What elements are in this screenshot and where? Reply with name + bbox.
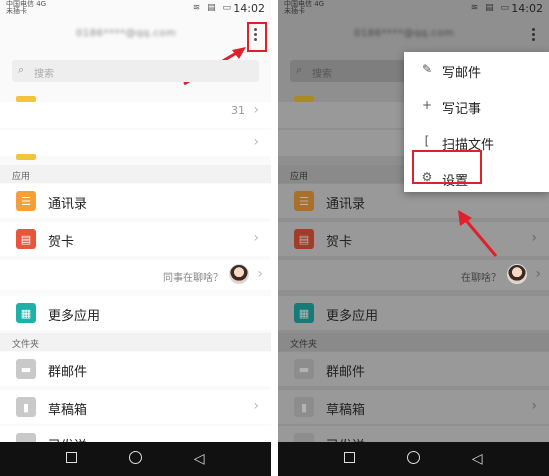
folder-label: 草稿箱 <box>326 403 366 418</box>
chevron-right-icon: › <box>257 266 263 282</box>
status-bar: 中国电信 4G 未插卡 ≋ ▤ ▭ 14:02 <box>278 0 549 16</box>
screenshot-comparison: 中国电信 4G 未插卡 ≋ ▤ ▭ 14:02 0186****@qq.com … <box>0 0 549 476</box>
section-apps: 应用 <box>0 165 271 183</box>
clock: 14:02 <box>511 2 543 15</box>
menu-item-compose[interactable]: ✎ 写邮件 <box>404 52 549 90</box>
more-apps-label: 更多应用 <box>48 309 101 324</box>
highlight-box <box>412 150 482 184</box>
contacts-icon: ☰ <box>294 191 314 211</box>
search-icon: ⌕ <box>296 63 303 76</box>
app-label: 通讯录 <box>326 197 366 212</box>
overflow-menu: ✎ 写邮件 + 写记事 [ 扫描文件 ⚙ 设置 <box>404 52 549 192</box>
status-bar: 中国电信 4G 未插卡 ≋ ▤ ▭ 14:02 <box>0 0 271 16</box>
chevron-right-icon: › <box>531 230 537 246</box>
avatar <box>229 264 249 284</box>
account-email: 0186****@qq.com <box>76 28 177 39</box>
draft-icon: ▮ <box>294 397 314 417</box>
system-nav-bar: ◁ <box>278 442 549 476</box>
chevron-right-icon: › <box>253 102 259 118</box>
left-screen: 中国电信 4G 未插卡 ≋ ▤ ▭ 14:02 0186****@qq.com … <box>0 0 271 476</box>
menu-label: 写记事 <box>442 102 482 117</box>
status-icons: ≋ ▤ ▭ <box>470 3 511 13</box>
colleague-chat-entry[interactable]: 在聊啥？ › <box>278 260 549 290</box>
star-icon <box>16 154 36 160</box>
carrier-text: 中国电信 4G 未插卡 <box>284 0 325 15</box>
chevron-right-icon: › <box>535 266 541 282</box>
app-card[interactable]: ▤ 贺卡 › <box>278 222 549 256</box>
folder-icon: ▬ <box>294 359 314 379</box>
section-folders: 文件夹 <box>0 333 271 351</box>
list-item[interactable]: › <box>0 130 271 156</box>
home-button[interactable] <box>123 450 147 468</box>
chevron-right-icon: › <box>253 134 259 150</box>
chat-prompt: 在聊啥？ <box>461 273 501 284</box>
app-label: 通讯录 <box>48 197 88 212</box>
more-apps[interactable]: ▦ 更多应用 <box>278 296 549 330</box>
card-icon: ▤ <box>16 229 36 249</box>
recent-apps-button[interactable] <box>60 451 84 467</box>
app-card[interactable]: ▤ 贺卡 › <box>0 222 271 256</box>
app-contacts[interactable]: ☰ 通讯录 <box>0 184 271 218</box>
search-placeholder: 搜索 <box>34 69 54 80</box>
mail-header: 0186****@qq.com <box>278 16 549 54</box>
section-folders: 文件夹 <box>278 333 549 351</box>
status-icons: ≋ ▤ ▭ <box>192 3 233 13</box>
edit-icon: ✎ <box>421 62 433 76</box>
carrier-text: 中国电信 4G 未插卡 <box>6 0 47 15</box>
grid-icon: ▦ <box>16 303 36 323</box>
avatar <box>507 264 527 284</box>
more-apps[interactable]: ▦ 更多应用 <box>0 296 271 330</box>
chevron-right-icon: › <box>531 398 537 414</box>
scan-icon: [ <box>424 134 430 148</box>
folder-label: 草稿箱 <box>48 403 88 418</box>
account-email: 0186****@qq.com <box>354 28 455 39</box>
back-button[interactable]: ◁ <box>465 451 489 467</box>
system-nav-bar: ◁ <box>0 442 271 476</box>
draft-icon: ▮ <box>16 397 36 417</box>
back-button[interactable]: ◁ <box>187 451 211 467</box>
folder-label: 群邮件 <box>326 365 366 380</box>
highlight-box <box>247 22 267 52</box>
folder-group-mail[interactable]: ▬ 群邮件 <box>278 352 549 386</box>
more-apps-label: 更多应用 <box>326 309 379 324</box>
unread-count: 31 <box>231 104 245 117</box>
search-input[interactable]: ⌕ 搜索 <box>12 60 259 82</box>
note-icon: + <box>421 98 433 112</box>
search-icon: ⌕ <box>18 63 25 76</box>
folder-drafts[interactable]: ▮ 草稿箱 › <box>278 390 549 424</box>
recent-apps-button[interactable] <box>338 451 362 467</box>
app-label: 贺卡 <box>326 235 353 250</box>
chevron-right-icon: › <box>253 398 259 414</box>
list-item[interactable]: 31 › <box>0 102 271 128</box>
home-button[interactable] <box>401 450 425 468</box>
chat-prompt: 同事在聊啥？ <box>163 273 223 284</box>
card-icon: ▤ <box>294 229 314 249</box>
clock: 14:02 <box>233 2 265 15</box>
menu-label: 写邮件 <box>442 66 482 81</box>
arrow-icon <box>458 210 498 257</box>
more-menu-button[interactable] <box>527 24 539 44</box>
app-label: 贺卡 <box>48 235 75 250</box>
divider <box>271 0 278 476</box>
folder-icon: ▬ <box>16 359 36 379</box>
colleague-chat-entry[interactable]: 同事在聊啥？ › <box>0 260 271 290</box>
folder-drafts[interactable]: ▮ 草稿箱 › <box>0 390 271 424</box>
grid-icon: ▦ <box>294 303 314 323</box>
folder-label: 群邮件 <box>48 365 88 380</box>
contacts-icon: ☰ <box>16 191 36 211</box>
search-placeholder: 搜索 <box>312 69 332 80</box>
folder-group-mail[interactable]: ▬ 群邮件 <box>0 352 271 386</box>
chevron-right-icon: › <box>253 230 259 246</box>
menu-item-note[interactable]: + 写记事 <box>404 88 549 126</box>
